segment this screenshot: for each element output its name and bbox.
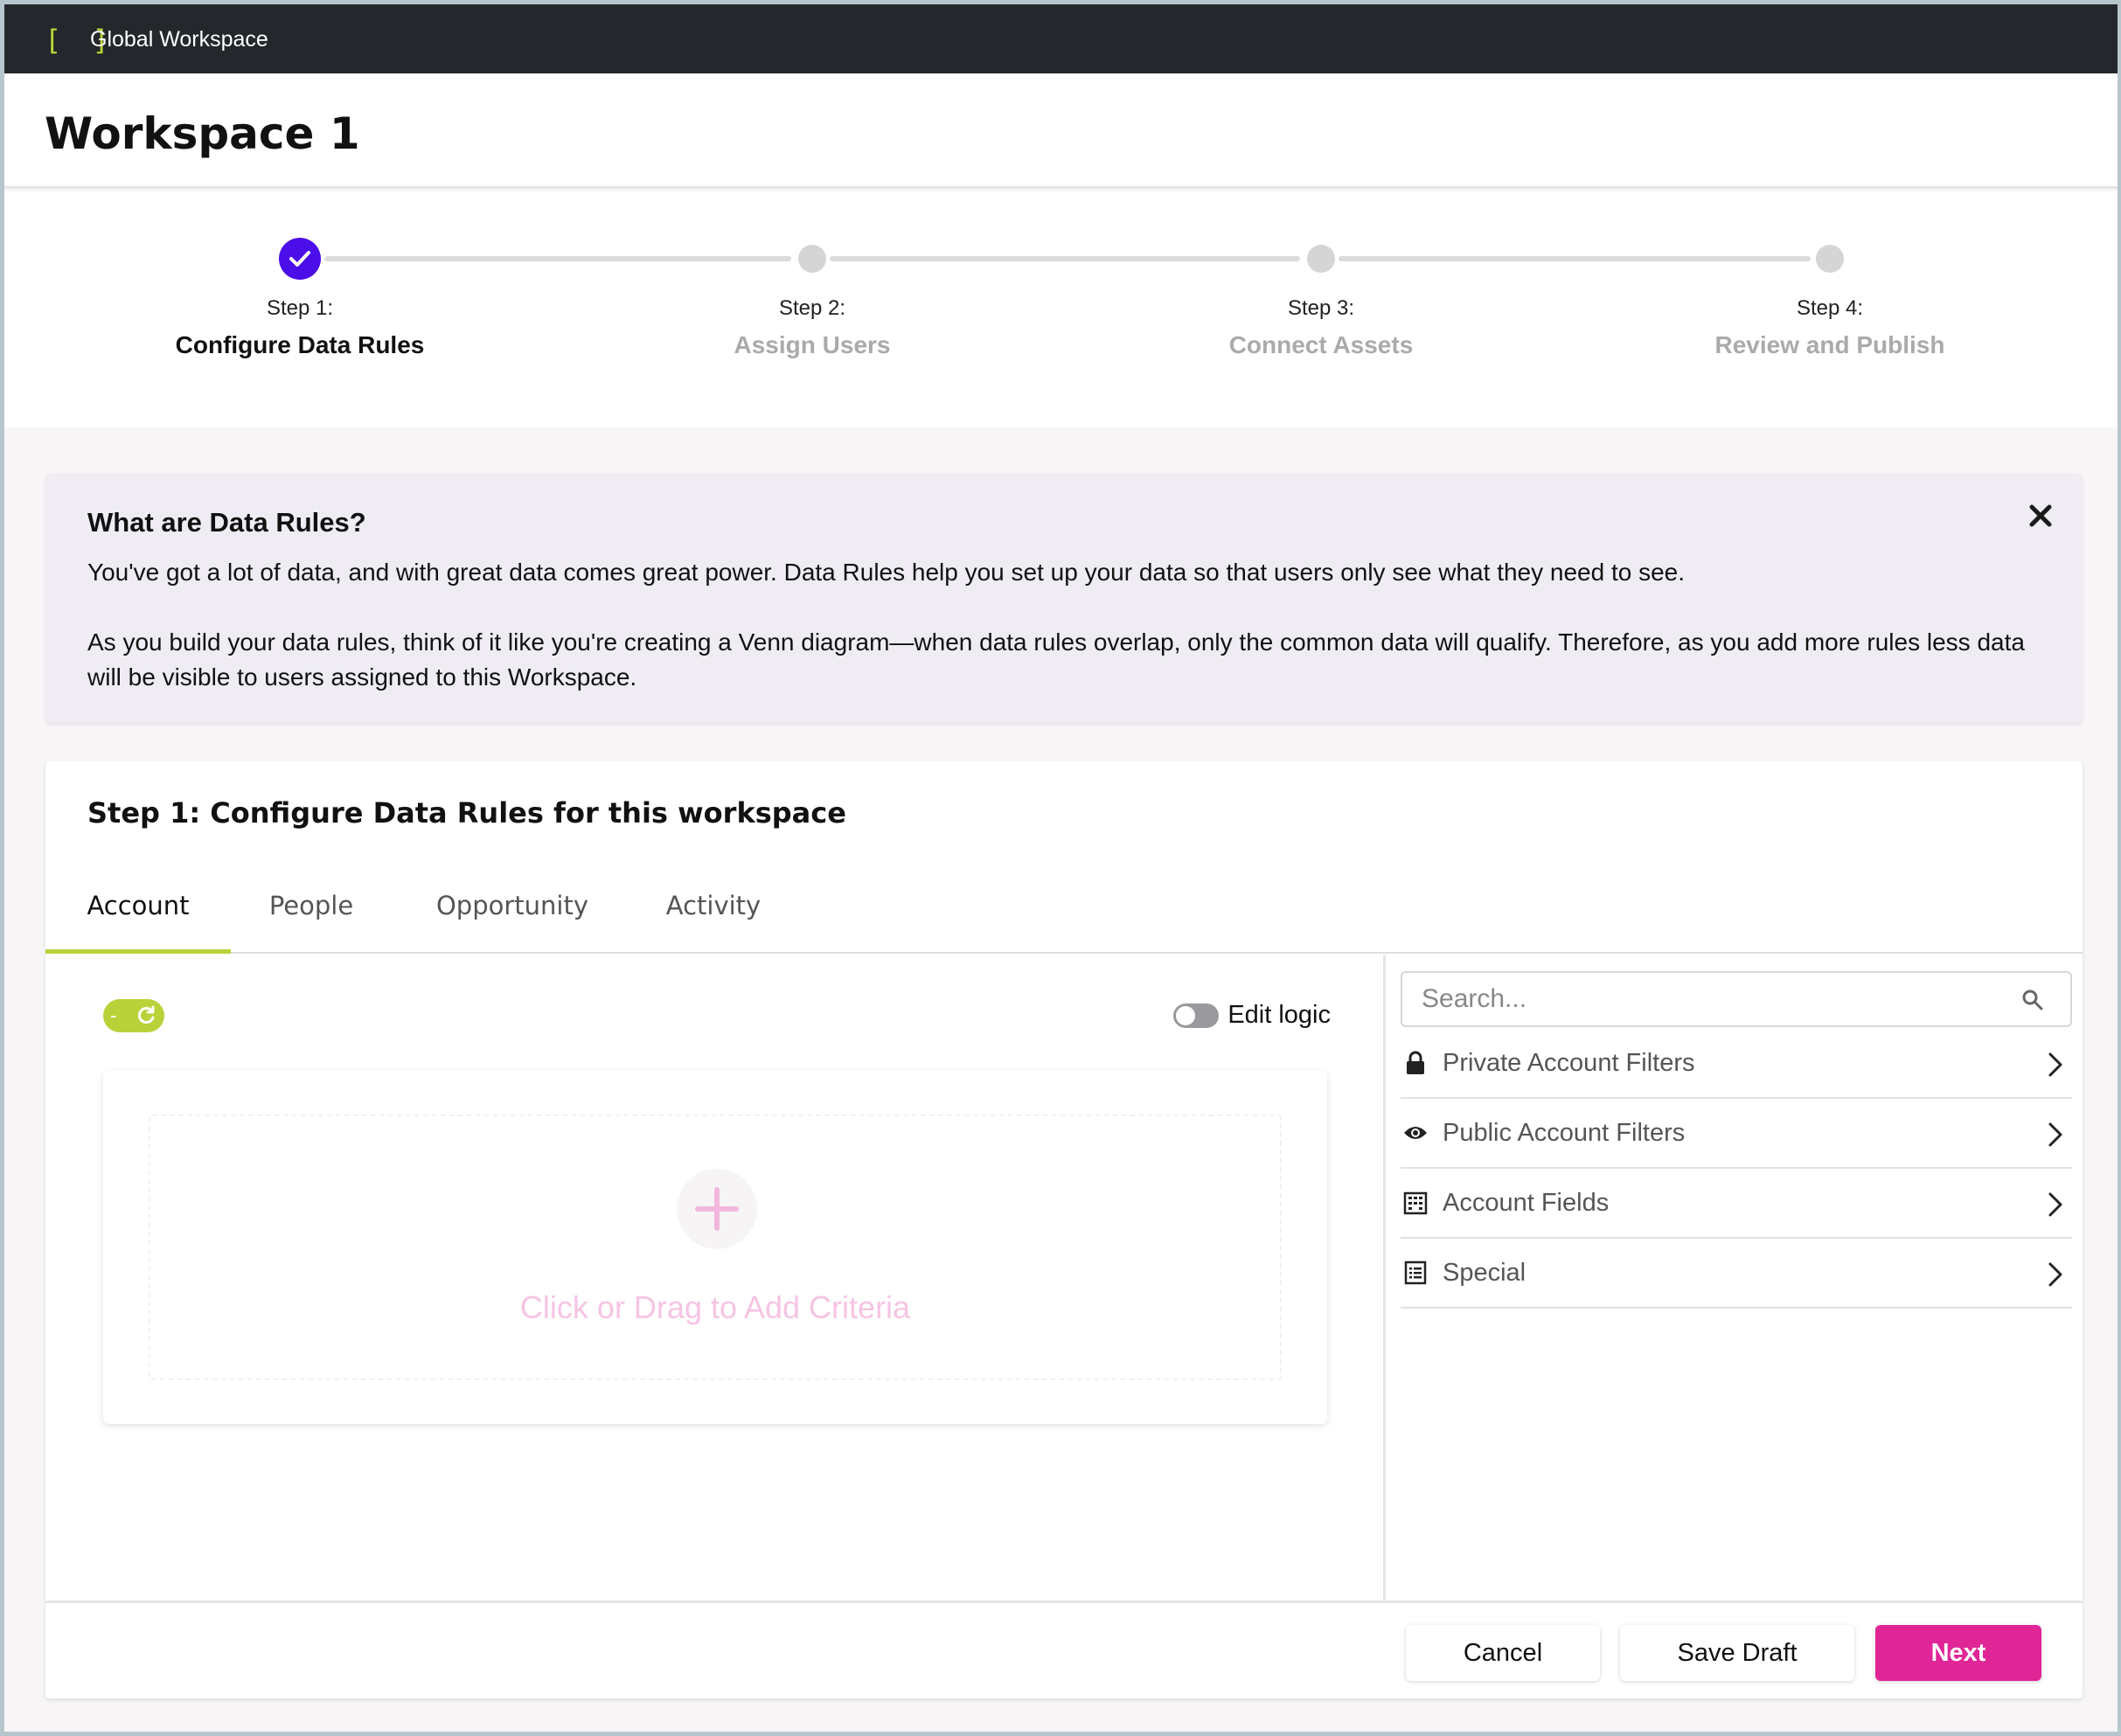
step-name: Configure Data Rules [175, 331, 425, 358]
step-number: Step 2: [778, 296, 846, 320]
close-info-button[interactable] [2023, 498, 2058, 533]
tab-people[interactable]: People [268, 849, 355, 954]
lock-icon [1402, 1050, 1429, 1076]
page-header: Workspace 1 [4, 73, 2118, 189]
page-title: Workspace 1 [45, 108, 360, 159]
chevron-right-icon [2048, 1052, 2062, 1077]
filter-category-label: Account Fields [1443, 1188, 1610, 1217]
step-1-complete-icon [279, 238, 321, 280]
filter-search [1401, 971, 2072, 1027]
configure-data-rules-card: Step 1: Configure Data Rules for this wo… [45, 761, 2083, 1698]
filter-category-label: Private Account Filters [1443, 1048, 1695, 1077]
add-criteria-text: Click or Drag to Add Criteria [519, 1289, 911, 1325]
criteria-drop-card: Click or Drag to Add Criteria [103, 1071, 1327, 1424]
stepper-connector [830, 256, 1300, 261]
app-window: [ ] Global Workspace Workspace 1 Step 1:… [4, 4, 2118, 1732]
panel-divider [1383, 955, 1386, 1602]
tab-opportunity[interactable]: Opportunity [435, 849, 589, 954]
step-name: Review and Publish [1714, 331, 1945, 358]
step-number: Step 3: [1287, 296, 1355, 320]
rule-builder: - Edit logic Click or Drag to Add Criter… [45, 955, 1383, 1602]
step-4-label[interactable]: Step 4: Review and Publish [1655, 296, 2005, 359]
refresh-icon [137, 1005, 155, 1024]
filter-category-label: Public Account Filters [1443, 1118, 1686, 1147]
step-1-label[interactable]: Step 1: Configure Data Rules [125, 296, 475, 359]
filter-sidepanel: Private Account Filters Public Account F… [1401, 971, 2072, 1309]
filter-category-special[interactable]: Special [1401, 1239, 2072, 1309]
filter-category-fields[interactable]: Account Fields [1401, 1169, 2072, 1239]
entity-tabs: Account People Opportunity Activity [45, 849, 2083, 954]
logic-operator-toggle[interactable]: - [103, 999, 164, 1032]
chevron-right-icon [2048, 1262, 2062, 1287]
stepper-connector [324, 256, 791, 261]
filter-category-public[interactable]: Public Account Filters [1401, 1099, 2072, 1169]
step-2-label[interactable]: Step 2: Assign Users [637, 296, 987, 359]
info-body: You've got a lot of data, and with great… [87, 555, 2046, 695]
search-icon [2022, 990, 2043, 1010]
top-bar: [ ] Global Workspace [4, 4, 2118, 73]
edit-logic-toggle[interactable]: Edit logic [1173, 1001, 1331, 1030]
filter-category-label: Special [1443, 1258, 1526, 1287]
footer-divider [45, 1601, 2083, 1603]
step-number: Step 4: [1796, 296, 1864, 320]
step-name: Assign Users [734, 331, 891, 358]
list-icon [1402, 1260, 1429, 1286]
next-button[interactable]: Next [1875, 1625, 2041, 1681]
search-input[interactable] [1402, 973, 2070, 1025]
add-criteria-dropzone[interactable]: Click or Drag to Add Criteria [149, 1115, 1282, 1380]
wizard-stepper: Step 1: Configure Data Rules Step 2: Ass… [4, 191, 2118, 427]
info-paragraph: You've got a lot of data, and with great… [87, 559, 1686, 586]
save-draft-button[interactable]: Save Draft [1620, 1625, 1854, 1681]
step-2-dot [798, 245, 826, 273]
edit-logic-label: Edit logic [1227, 1001, 1331, 1029]
stepper-connector [1339, 256, 1811, 261]
close-icon [2029, 504, 2052, 527]
step-3-dot [1307, 245, 1335, 273]
info-title: What are Data Rules? [87, 507, 366, 538]
chevron-right-icon [2048, 1122, 2062, 1147]
tab-account[interactable]: Account [45, 849, 231, 954]
add-criteria-button[interactable] [677, 1169, 757, 1249]
filter-category-private[interactable]: Private Account Filters [1401, 1029, 2072, 1099]
step-number: Step 1: [266, 296, 334, 320]
tab-activity[interactable]: Activity [664, 849, 762, 954]
cancel-button[interactable]: Cancel [1406, 1625, 1600, 1681]
step-4-dot [1816, 245, 1844, 273]
card-title: Step 1: Configure Data Rules for this wo… [87, 796, 846, 830]
plus-icon [695, 1187, 739, 1231]
toggle-symbol: - [110, 1004, 117, 1026]
data-rules-info-panel: What are Data Rules? You've got a lot of… [45, 474, 2083, 723]
step-3-label[interactable]: Step 3: Connect Assets [1146, 296, 1496, 359]
filter-category-list: Private Account Filters Public Account F… [1401, 1029, 2072, 1309]
chevron-right-icon [2048, 1192, 2062, 1217]
edit-logic-switch[interactable] [1173, 1003, 1220, 1028]
step-name: Connect Assets [1228, 331, 1414, 358]
info-paragraph: As you build your data rules, think of i… [87, 628, 2025, 691]
building-icon [1402, 1190, 1429, 1216]
eye-icon [1402, 1120, 1429, 1146]
workspace-context-title[interactable]: Global Workspace [90, 27, 268, 52]
